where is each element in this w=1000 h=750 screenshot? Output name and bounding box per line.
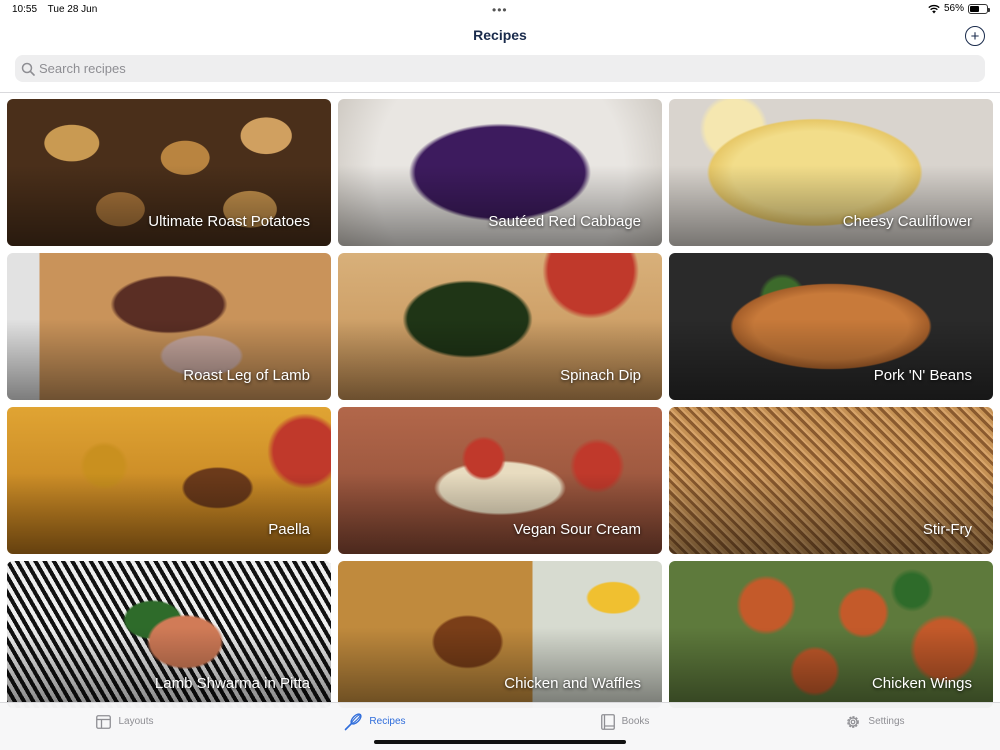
tab-label: Layouts (118, 716, 154, 727)
add-recipe-button[interactable]: + (965, 26, 985, 46)
recipe-title: Chicken Wings (871, 675, 972, 692)
status-left: 10:55 Tue 28 Jun (12, 4, 105, 15)
tab-settings[interactable]: Settings (750, 703, 1000, 750)
battery-fill (970, 5, 979, 12)
layout-icon (96, 714, 112, 729)
recipe-card[interactable]: Paella (7, 407, 331, 554)
status-date: Tue 28 Jun (47, 4, 98, 15)
page-title: Recipes (473, 27, 527, 43)
recipe-card[interactable]: Roast Leg of Lamb (7, 253, 331, 400)
recipe-title: Cheesy Cauliflower (842, 213, 972, 230)
recipe-title: Spinach Dip (560, 367, 641, 384)
search-icon (21, 62, 35, 76)
recipe-title: Ultimate Roast Potatoes (148, 213, 310, 230)
tab-label: Recipes (369, 716, 406, 727)
recipe-title: Paella (268, 521, 310, 538)
recipe-card[interactable]: Chicken Wings (669, 561, 993, 708)
recipe-card[interactable]: Chicken and Waffles (338, 561, 662, 708)
recipe-grid: Ultimate Roast Potatoes Sautéed Red Cabb… (7, 99, 993, 708)
status-time: 10:55 (12, 4, 38, 15)
recipe-title: Sautéed Red Cabbage (488, 213, 641, 230)
home-indicator[interactable] (374, 740, 626, 744)
book-icon (600, 713, 615, 730)
battery-percent: 56% (943, 3, 964, 14)
whisk-icon (345, 712, 363, 730)
recipe-card[interactable]: Vegan Sour Cream (338, 407, 662, 554)
recipe-card[interactable]: Lamb Shwarma in Pitta (7, 561, 331, 708)
status-bar: 10:55 Tue 28 Jun ••• 56% (0, 0, 1000, 20)
recipe-title: Roast Leg of Lamb (183, 367, 310, 384)
recipe-title: Pork 'N' Beans (873, 367, 972, 384)
tab-label: Books (621, 716, 650, 727)
wifi-icon (928, 4, 940, 13)
recipe-card[interactable]: Sautéed Red Cabbage (338, 99, 662, 246)
recipe-card[interactable]: Spinach Dip (338, 253, 662, 400)
recipe-card[interactable]: Ultimate Roast Potatoes (7, 99, 331, 246)
tab-layouts[interactable]: Layouts (0, 703, 250, 750)
divider (0, 92, 1000, 93)
gear-icon (847, 715, 860, 728)
recipe-card[interactable]: Pork 'N' Beans (669, 253, 993, 400)
battery-icon (968, 3, 990, 14)
search-bar[interactable] (15, 55, 985, 82)
search-input[interactable] (39, 61, 939, 76)
recipe-title: Vegan Sour Cream (513, 521, 641, 538)
recipe-card[interactable]: Stir-Fry (669, 407, 993, 554)
recipe-card[interactable]: Cheesy Cauliflower (669, 99, 993, 246)
recipe-title: Chicken and Waffles (504, 675, 641, 692)
recipe-title: Lamb Shwarma in Pitta (154, 675, 310, 692)
plus-circle-icon: + (970, 27, 980, 45)
multitasking-dots-icon[interactable]: ••• (492, 3, 508, 17)
status-right: 56% (928, 3, 990, 14)
tab-label: Settings (868, 716, 905, 727)
recipe-title: Stir-Fry (922, 521, 972, 538)
